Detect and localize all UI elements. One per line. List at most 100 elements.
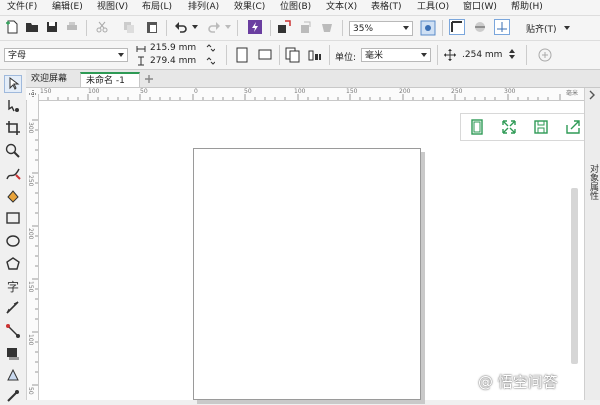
separator: [342, 20, 343, 36]
ruler-tick-label: 150: [27, 281, 34, 293]
eyedropper-tool-icon[interactable]: [4, 387, 22, 405]
landscape-orientation-icon[interactable]: [258, 49, 272, 61]
current-page-icon[interactable]: [308, 49, 322, 61]
portrait-orientation-icon[interactable]: [236, 47, 248, 63]
show-grid-icon[interactable]: [472, 19, 488, 35]
rectangle-tool-icon[interactable]: [4, 209, 22, 227]
drop-shadow-tool-icon[interactable]: [4, 345, 22, 363]
import-icon[interactable]: [277, 20, 291, 34]
menu-edit[interactable]: 编辑(E): [52, 1, 83, 14]
save-page-icon[interactable]: [533, 119, 549, 135]
tab-untitled-document[interactable]: 未命名 -1: [80, 72, 140, 87]
docker-tab-object-properties[interactable]: 对象属性: [587, 164, 600, 200]
menu-window[interactable]: 窗口(W): [463, 1, 497, 14]
print-icon[interactable]: [65, 20, 79, 34]
ruler-origin-icon[interactable]: [28, 89, 38, 99]
ruler-tick-label: 100: [88, 88, 100, 95]
undo-icon[interactable]: [174, 20, 188, 34]
fit-page-icon[interactable]: [469, 119, 485, 135]
nudge-spinner-icon[interactable]: [508, 48, 516, 60]
snap-to-dropdown[interactable]: 贴齐(T): [526, 22, 557, 35]
application-launcher-icon[interactable]: [247, 19, 263, 35]
vertical-scrollbar[interactable]: [571, 188, 578, 364]
smart-fill-tool-icon[interactable]: [4, 187, 22, 205]
menu-bitmaps[interactable]: 位图(B): [280, 1, 311, 14]
cut-icon[interactable]: [95, 20, 109, 34]
separator: [86, 20, 87, 36]
height-spinner-icon[interactable]: [206, 57, 215, 65]
publish-pdf-icon[interactable]: [320, 20, 334, 34]
menu-text[interactable]: 文本(X): [326, 1, 357, 14]
undo-dropdown-icon[interactable]: [192, 25, 198, 30]
show-guidelines-icon[interactable]: [494, 19, 510, 35]
freehand-tool-icon[interactable]: [4, 165, 22, 183]
tab-welcome-screen[interactable]: 欢迎屏幕: [26, 72, 76, 87]
menu-bar: 文件(F) 编辑(E) 视图(V) 布局(L) 排列(A) 效果(C) 位图(B…: [0, 0, 600, 16]
menu-tools[interactable]: 工具(O): [417, 1, 449, 14]
quick-actions-toolbar: [460, 113, 592, 141]
new-document-icon[interactable]: [5, 20, 19, 34]
expand-icon[interactable]: [501, 119, 517, 135]
redo-dropdown-icon[interactable]: [225, 25, 231, 30]
quick-customize-icon[interactable]: [538, 48, 552, 62]
polygon-tool-icon[interactable]: [4, 255, 22, 273]
ruler-unit-label: 毫米: [566, 90, 579, 97]
separator: [270, 20, 271, 36]
show-rulers-icon[interactable]: [449, 19, 465, 35]
open-folder-icon[interactable]: [25, 20, 39, 34]
menu-help[interactable]: 帮助(H): [511, 1, 543, 14]
pick-tool-icon[interactable]: [4, 75, 22, 93]
menu-table[interactable]: 表格(T): [371, 1, 402, 14]
zoom-level-value: 35%: [353, 24, 374, 34]
text-tool-icon[interactable]: 字: [4, 277, 22, 295]
chevron-down-icon[interactable]: [564, 26, 570, 31]
chevron-down-icon: [421, 53, 427, 57]
units-dropdown[interactable]: 毫米: [361, 48, 431, 62]
add-tab-icon[interactable]: [144, 74, 154, 84]
menu-effects[interactable]: 效果(C): [234, 1, 265, 14]
menu-arrange[interactable]: 排列(A): [188, 1, 219, 14]
chevron-down-icon: [118, 53, 124, 57]
ellipse-tool-icon[interactable]: [4, 232, 22, 250]
nudge-distance-value: .254 mm: [462, 50, 503, 60]
menu-view[interactable]: 视图(V): [97, 1, 128, 14]
ruler-tick-label: 150: [346, 88, 358, 95]
paste-icon[interactable]: [145, 20, 159, 34]
crop-tool-icon[interactable]: [4, 119, 22, 137]
ruler-tick-label: 200: [27, 228, 34, 240]
copy-icon[interactable]: [122, 20, 136, 34]
document-tab-bar: 欢迎屏幕 未命名 -1: [26, 70, 600, 88]
docker-collapse-icon[interactable]: [587, 90, 597, 100]
connector-tool-icon[interactable]: [4, 322, 22, 340]
document-page[interactable]: [193, 148, 421, 400]
redo-icon[interactable]: [207, 20, 221, 34]
export-icon[interactable]: [298, 20, 312, 34]
ruler-tick-label: 200: [399, 88, 411, 95]
zoom-level-dropdown[interactable]: 35%: [349, 21, 413, 36]
share-export-icon[interactable]: [565, 119, 581, 135]
units-label: 单位:: [335, 53, 357, 63]
menu-file[interactable]: 文件(F): [7, 1, 37, 14]
chevron-down-icon: [403, 26, 409, 30]
width-spinner-icon[interactable]: [206, 44, 215, 52]
page-height-value: 279.4 mm: [150, 56, 197, 66]
paper-size-value: 字母: [8, 51, 27, 61]
standard-toolbar: 35% 贴齐(T): [0, 16, 600, 41]
zoom-tool-icon[interactable]: [4, 142, 22, 160]
transparency-tool-icon[interactable]: [4, 367, 22, 385]
right-docker-panel: 对象属性: [584, 88, 600, 400]
ruler-tick-label: 250: [27, 175, 34, 187]
save-icon[interactable]: [45, 20, 59, 34]
separator: [166, 20, 167, 36]
paper-size-dropdown[interactable]: 字母: [4, 48, 128, 62]
horizontal-ruler[interactable]: 150 100 50 0 50 100 150 200 250 300 毫米: [26, 88, 584, 101]
separator: [329, 45, 330, 65]
vertical-ruler[interactable]: 300 250 200 150 100 50: [27, 100, 39, 400]
full-screen-preview-icon[interactable]: [420, 20, 436, 36]
units-value: 毫米: [365, 51, 384, 61]
shape-tool-icon[interactable]: [4, 97, 22, 115]
parallel-dimension-tool-icon[interactable]: [4, 299, 22, 317]
all-pages-icon[interactable]: [285, 47, 301, 63]
ruler-tick-label: 50: [140, 88, 148, 95]
menu-layout[interactable]: 布局(L): [142, 1, 172, 14]
